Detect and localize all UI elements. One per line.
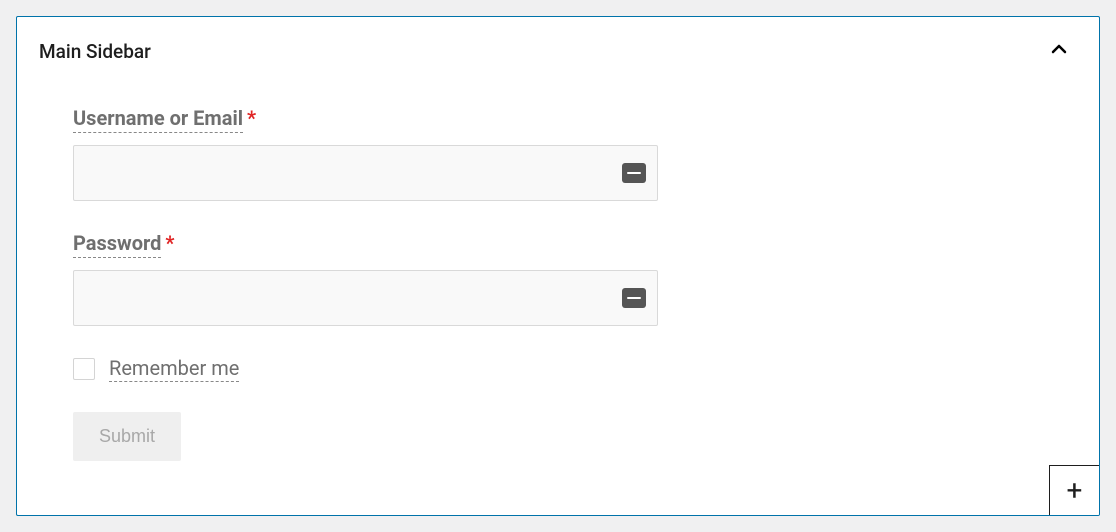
keyboard-icon[interactable]: [622, 288, 646, 308]
panel-header[interactable]: Main Sidebar: [17, 17, 1099, 76]
plus-icon: +: [1067, 477, 1083, 505]
username-label: Username or Email: [73, 106, 243, 133]
remember-row: Remember me: [73, 356, 1099, 382]
chevron-up-icon[interactable]: [1047, 37, 1071, 66]
submit-button[interactable]: Submit: [73, 412, 181, 461]
required-indicator: *: [247, 106, 256, 130]
password-label: Password: [73, 231, 161, 258]
password-input-wrapper: [73, 270, 658, 326]
add-block-button[interactable]: +: [1049, 465, 1099, 515]
widget-panel: Main Sidebar Username or Email * Passwor…: [16, 16, 1100, 516]
username-input-wrapper: [73, 145, 658, 201]
username-group: Username or Email *: [73, 106, 1099, 201]
remember-checkbox[interactable]: [73, 358, 95, 380]
required-indicator: *: [165, 231, 174, 255]
keyboard-icon[interactable]: [622, 163, 646, 183]
password-input[interactable]: [73, 270, 658, 326]
panel-title: Main Sidebar: [39, 40, 151, 63]
login-form: Username or Email * Password * Remember …: [17, 76, 1099, 461]
username-input[interactable]: [73, 145, 658, 201]
remember-label[interactable]: Remember me: [109, 356, 239, 382]
password-group: Password *: [73, 231, 1099, 326]
